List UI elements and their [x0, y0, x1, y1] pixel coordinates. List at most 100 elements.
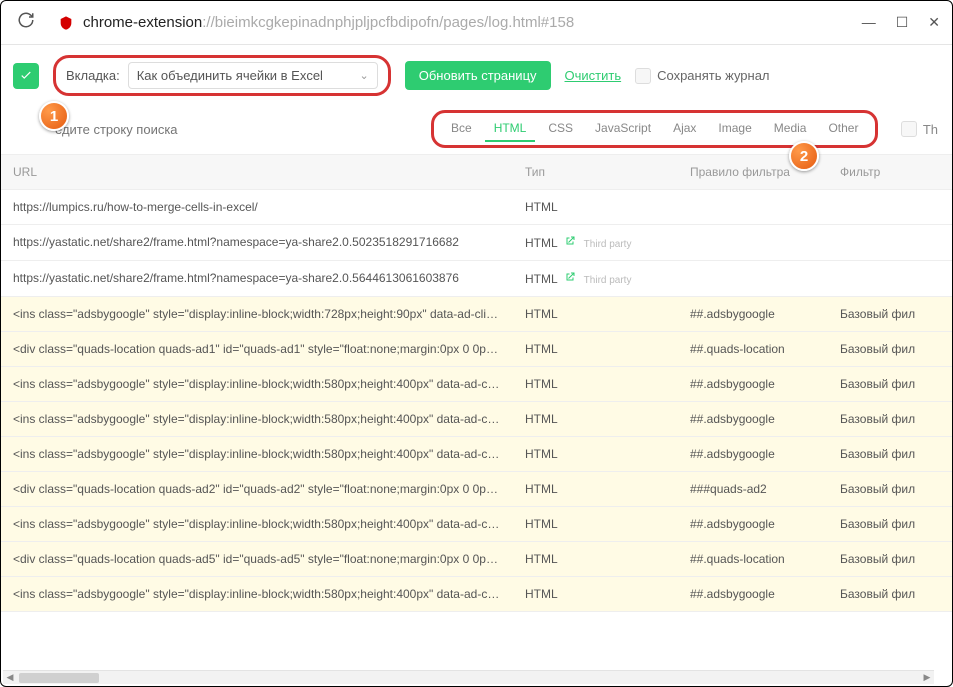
cell-url: <ins class="adsbygoogle" style="display:…	[1, 367, 513, 401]
annotation-badge-1: 1	[39, 101, 69, 131]
tab-selector-group: Вкладка: Как объединить ячейки в Excel ⌄	[53, 55, 391, 96]
type-tab-html[interactable]: HTML	[485, 116, 536, 142]
cell-type: HTML	[513, 507, 678, 541]
cell-type: HTMLThird party	[513, 261, 678, 296]
type-tab-css[interactable]: CSS	[539, 116, 582, 142]
external-link-icon	[564, 235, 576, 247]
url-separator: ://	[202, 14, 215, 31]
cell-filter: Базовый фил	[828, 577, 952, 611]
cell-type: HTML	[513, 332, 678, 366]
table-row[interactable]: <ins class="adsbygoogle" style="display:…	[1, 577, 952, 612]
tab-label: Вкладка:	[66, 68, 120, 83]
window-close[interactable]: ✕	[928, 14, 940, 31]
cell-url: <div class="quads-location quads-ad5" id…	[1, 542, 513, 576]
annotation-badge-2: 2	[789, 141, 819, 171]
table-row[interactable]: https://yastatic.net/share2/frame.html?n…	[1, 261, 952, 297]
table-row[interactable]: <ins class="adsbygoogle" style="display:…	[1, 507, 952, 542]
window-maximize[interactable]: ☐	[896, 14, 909, 31]
table-row[interactable]: <div class="quads-location quads-ad5" id…	[1, 542, 952, 577]
cell-filter: Базовый фил	[828, 472, 952, 506]
table-row[interactable]: <ins class="adsbygoogle" style="display:…	[1, 367, 952, 402]
type-tab-image[interactable]: Image	[709, 116, 760, 142]
url-protocol: chrome-extension	[83, 14, 202, 31]
cell-url: <ins class="adsbygoogle" style="display:…	[1, 577, 513, 611]
cell-filter: Базовый фил	[828, 437, 952, 471]
table-row[interactable]: <div class="quads-location quads-ad2" id…	[1, 472, 952, 507]
table-row[interactable]: https://lumpics.ru/how-to-merge-cells-in…	[1, 190, 952, 225]
table-row[interactable]: <ins class="adsbygoogle" style="display:…	[1, 402, 952, 437]
third-party-label: Third party	[584, 239, 632, 250]
window-minimize[interactable]: —	[862, 14, 876, 31]
cell-type: HTML	[513, 190, 678, 224]
cell-type: HTML	[513, 577, 678, 611]
scroll-left-arrow[interactable]: ◀	[3, 671, 17, 685]
third-party-label: Third party	[584, 275, 632, 286]
cell-filter	[828, 225, 952, 260]
cell-url: <ins class="adsbygoogle" style="display:…	[1, 437, 513, 471]
cell-rule: ##.adsbygoogle	[678, 367, 828, 401]
cell-type: HTML	[513, 367, 678, 401]
cell-url: https://lumpics.ru/how-to-merge-cells-in…	[1, 190, 513, 224]
cell-type: HTML	[513, 542, 678, 576]
cell-rule	[678, 261, 828, 296]
table-row[interactable]: <ins class="adsbygoogle" style="display:…	[1, 437, 952, 472]
column-header-filter[interactable]: Фильтр	[828, 155, 952, 189]
column-header-url[interactable]: URL	[1, 155, 513, 189]
cell-rule: ##.adsbygoogle	[678, 577, 828, 611]
adguard-shield-icon[interactable]	[13, 63, 39, 89]
site-icon	[55, 12, 77, 34]
log-table-body: https://lumpics.ru/how-to-merge-cells-in…	[1, 190, 952, 668]
third-party-short-label: Th	[923, 122, 938, 137]
cell-filter	[828, 261, 952, 296]
save-log-label: Сохранять журнал	[657, 68, 769, 83]
url-path: bieimkcgkepinadnphjpljpcfbdipofn/pages/l…	[215, 14, 574, 31]
cell-type: HTML	[513, 402, 678, 436]
search-input[interactable]	[55, 116, 395, 143]
cell-rule: ##.adsbygoogle	[678, 402, 828, 436]
cell-type: HTML	[513, 437, 678, 471]
cell-rule	[678, 225, 828, 260]
type-tab-все[interactable]: Все	[442, 116, 481, 142]
cell-url: <ins class="adsbygoogle" style="display:…	[1, 507, 513, 541]
cell-url: https://yastatic.net/share2/frame.html?n…	[1, 225, 513, 260]
type-tab-media[interactable]: Media	[765, 116, 816, 142]
cell-rule	[678, 190, 828, 224]
cell-filter: Базовый фил	[828, 542, 952, 576]
tab-dropdown[interactable]: Как объединить ячейки в Excel ⌄	[128, 62, 378, 89]
cell-rule: ##.adsbygoogle	[678, 297, 828, 331]
reload-button[interactable]	[13, 7, 39, 38]
cell-filter: Базовый фил	[828, 402, 952, 436]
tab-dropdown-value: Как объединить ячейки в Excel	[137, 68, 323, 83]
cell-filter	[828, 190, 952, 224]
type-tab-other[interactable]: Other	[819, 116, 867, 142]
cell-type: HTMLThird party	[513, 225, 678, 260]
refresh-page-button[interactable]: Обновить страницу	[405, 61, 551, 90]
cell-url: https://yastatic.net/share2/frame.html?n…	[1, 261, 513, 296]
scroll-right-arrow[interactable]: ▶	[920, 671, 934, 685]
cell-type: HTML	[513, 472, 678, 506]
third-party-checkbox[interactable]	[901, 121, 917, 137]
address-bar[interactable]: chrome-extension :// bieimkcgkepinadnphj…	[51, 8, 842, 38]
save-log-checkbox[interactable]	[635, 68, 651, 84]
scroll-thumb[interactable]	[19, 673, 99, 683]
chevron-down-icon: ⌄	[360, 69, 369, 82]
cell-filter: Базовый фил	[828, 367, 952, 401]
cell-url: <div class="quads-location quads-ad1" id…	[1, 332, 513, 366]
type-tab-ajax[interactable]: Ajax	[664, 116, 705, 142]
column-header-type[interactable]: Тип	[513, 155, 678, 189]
cell-rule: ##.quads-location	[678, 542, 828, 576]
type-tab-javascript[interactable]: JavaScript	[586, 116, 660, 142]
clear-link[interactable]: Очистить	[565, 68, 622, 83]
cell-filter: Базовый фил	[828, 297, 952, 331]
cell-filter: Базовый фил	[828, 507, 952, 541]
cell-rule: ##.adsbygoogle	[678, 437, 828, 471]
cell-type: HTML	[513, 297, 678, 331]
table-row[interactable]: <ins class="adsbygoogle" style="display:…	[1, 297, 952, 332]
cell-filter: Базовый фил	[828, 332, 952, 366]
cell-url: <div class="quads-location quads-ad2" id…	[1, 472, 513, 506]
horizontal-scrollbar[interactable]: ◀ ▶	[3, 670, 934, 684]
table-row[interactable]: https://yastatic.net/share2/frame.html?n…	[1, 225, 952, 261]
table-row[interactable]: <div class="quads-location quads-ad1" id…	[1, 332, 952, 367]
cell-rule: ##.adsbygoogle	[678, 507, 828, 541]
external-link-icon	[564, 271, 576, 283]
